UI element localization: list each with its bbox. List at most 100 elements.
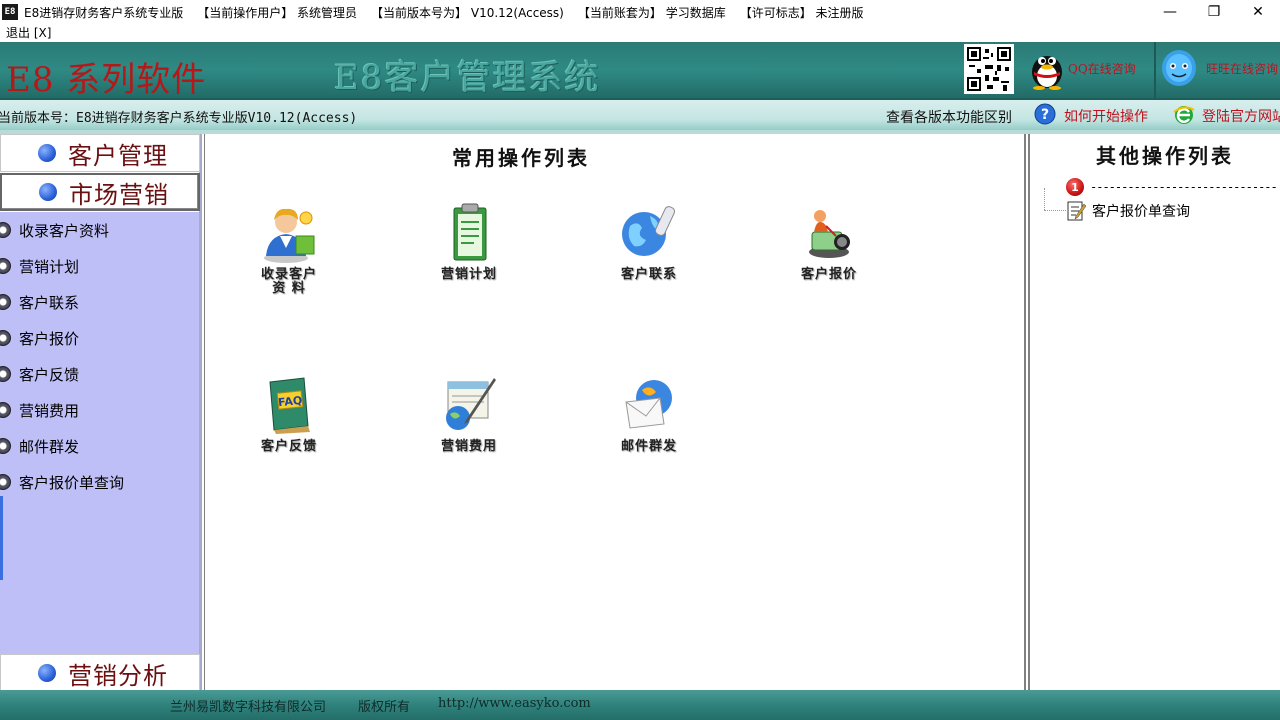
sidebar-item-label: 收录客户资料 <box>19 221 110 240</box>
current-user-label: 【当前操作用户】 系统管理员 <box>197 5 358 20</box>
system-title: E8客户管理系统 <box>334 58 601 98</box>
official-site-link[interactable]: 登陆官方网站 <box>1202 106 1280 126</box>
license-label: 【许可标志】 未注册版 <box>739 5 864 20</box>
wangwang-icon[interactable] <box>1160 46 1198 90</box>
footer-bar: 兰州易凯数字科技有限公司 版权所有 http://www.easyko.com <box>0 690 1280 720</box>
sidebar-section-marketing[interactable]: 市场营销 <box>0 173 200 211</box>
blue-dot-icon <box>38 144 56 162</box>
svg-text:?: ? <box>1041 107 1049 123</box>
blue-dot-icon <box>39 183 57 201</box>
exit-menu-item[interactable]: 退出 [X] <box>6 26 51 40</box>
menu-bar: 退出 [X] <box>0 24 1280 42</box>
sidebar-item-customer-feedback[interactable]: 客户反馈 <box>0 356 199 392</box>
help-question-icon[interactable]: ? <box>1034 103 1056 125</box>
title-bar: E8 E8进销存财务客户系统专业版 【当前操作用户】 系统管理员 【当前版本号为… <box>0 0 1280 24</box>
how-to-start-link[interactable]: 如何开始操作 <box>1064 106 1148 126</box>
qr-code-icon <box>964 44 1014 94</box>
op-customer-info[interactable]: 收录客户 资 料 <box>229 202 349 296</box>
app-icon: E8 <box>2 4 18 20</box>
marketing-expense-icon <box>446 378 496 430</box>
sidebar-item-customer-contact[interactable]: 客户联系 <box>0 284 199 320</box>
panel-title: 其他操作列表 <box>1096 144 1234 168</box>
other-operations-panel: 其他操作列表 1 ------------------------------ … <box>1028 134 1280 690</box>
marketing-plan-icon <box>453 203 487 261</box>
sidebar-section-label: 市场营销 <box>69 180 169 209</box>
qq-penguin-icon[interactable] <box>1028 46 1066 90</box>
op-caption: 客户反馈 <box>260 439 317 454</box>
version-bar: 当前版本号：E8进销存财务客户系统专业版V10.12(Access) 查看各版本… <box>0 98 1280 132</box>
sidebar-item-label: 邮件群发 <box>19 437 80 456</box>
tree-item-label: 客户报价单查询 <box>1092 204 1190 220</box>
sidebar-item-marketing-plan[interactable]: 营销计划 <box>0 248 199 284</box>
version-info-text: 当前版本号：E8进销存财务客户系统专业版V10.12(Access) <box>0 111 358 126</box>
sidebar-item-customer-quote[interactable]: 客户报价 <box>0 320 199 356</box>
op-caption: 客户联系 <box>620 267 677 282</box>
document-edit-icon <box>1067 201 1086 221</box>
faq-book-icon: FAQ <box>269 377 310 434</box>
op-marketing-expense[interactable]: 营销费用 <box>409 374 529 454</box>
sidebar-item-customer-info[interactable]: 收录客户资料 <box>0 212 199 248</box>
sidebar-item-label: 客户报价 <box>19 329 80 348</box>
customer-quote-icon <box>809 210 850 258</box>
current-version-label: 【当前版本号为】 V10.12(Access) <box>371 5 564 20</box>
op-customer-quote[interactable]: 客户报价 <box>769 202 889 282</box>
sidebar-section-label: 客户管理 <box>68 141 168 170</box>
sidebar-scroll-marker[interactable] <box>0 496 3 580</box>
op-caption: 营销费用 <box>440 439 497 454</box>
radio-bullet-icon <box>0 438 11 454</box>
sidebar-item-label: 营销计划 <box>19 257 80 276</box>
op-caption: 邮件群发 <box>620 439 677 454</box>
op-caption-line2: 资 料 <box>272 281 306 296</box>
radio-bullet-icon <box>0 366 11 382</box>
sidebar-item-label: 客户反馈 <box>19 365 80 384</box>
op-customer-contact[interactable]: 客户联系 <box>589 202 709 282</box>
sidebar-item-label: 营销费用 <box>19 401 80 420</box>
sidebar-item-mass-mail[interactable]: 邮件群发 <box>0 428 199 464</box>
sidebar-item-marketing-expense[interactable]: 营销费用 <box>0 392 199 428</box>
sidebar-item-label: 客户联系 <box>19 293 80 312</box>
radio-bullet-icon <box>0 258 11 274</box>
tree-item-quote-query[interactable]: 客户报价单查询 <box>1066 200 1190 222</box>
copyright-label: 版权所有 <box>358 700 411 715</box>
sidebar-section-customer-management[interactable]: 客户管理 <box>0 134 200 172</box>
radio-bullet-icon <box>0 222 11 238</box>
number-one-icon: 1 <box>1066 178 1084 196</box>
radio-bullet-icon <box>0 330 11 346</box>
wangwang-consult-link[interactable]: 旺旺在线咨询 <box>1206 60 1278 77</box>
brand-logo-text: E8 系列软件 <box>6 60 207 98</box>
common-operations-panel: 常用操作列表 收录客户 资 料 营销计划 客户联系 客户报价 FAQ 客户反馈 … <box>204 134 1026 690</box>
close-button[interactable]: ✕ <box>1238 0 1278 24</box>
sidebar-item-list: 收录客户资料 营销计划 客户联系 客户报价 客户反馈 营销费用 邮件群发 客户报… <box>0 212 199 654</box>
customer-contact-icon <box>622 206 676 256</box>
panel-title: 常用操作列表 <box>452 146 590 170</box>
browser-e-icon[interactable] <box>1172 102 1196 126</box>
op-marketing-plan[interactable]: 营销计划 <box>409 202 529 282</box>
minimize-button[interactable]: — <box>1150 0 1190 24</box>
company-name: 兰州易凯数字科技有限公司 <box>170 700 327 715</box>
radio-bullet-icon <box>0 402 11 418</box>
tree-root-label: ------------------------------ <box>1090 180 1278 194</box>
tree-root-node[interactable]: 1 ------------------------------ <box>1066 178 1278 196</box>
current-account-label: 【当前账套为】 学习数据库 <box>577 5 726 20</box>
restore-button[interactable]: ❐ <box>1194 0 1234 24</box>
website-url[interactable]: http://www.easyko.com <box>438 696 591 711</box>
blue-dot-icon <box>38 664 56 682</box>
op-caption: 客户报价 <box>800 267 857 282</box>
mail-icon <box>625 380 672 429</box>
sidebar-item-quote-query[interactable]: 客户报价单查询 <box>0 464 199 500</box>
op-mass-mail[interactable]: 邮件群发 <box>589 374 709 454</box>
tree-connector <box>1044 188 1045 210</box>
sidebar-item-label: 客户报价单查询 <box>19 473 125 492</box>
op-caption: 营销计划 <box>440 267 497 282</box>
left-sidebar: 客户管理 市场营销 收录客户资料 营销计划 客户联系 客户报价 客户反馈 营销费… <box>0 134 202 692</box>
customer-info-icon <box>264 208 315 263</box>
sidebar-section-label: 营销分析 <box>68 661 168 690</box>
op-customer-feedback[interactable]: FAQ 客户反馈 <box>229 374 349 454</box>
window-title: E8进销存财务客户系统专业版 <box>24 5 184 20</box>
header-banner: E8 系列软件 E8客户管理系统 QQ在线咨询 旺旺在线咨询 <box>0 42 1280 98</box>
qq-consult-link[interactable]: QQ在线咨询 <box>1068 60 1136 77</box>
radio-bullet-icon <box>0 294 11 310</box>
compare-versions-link[interactable]: 查看各版本功能区别 <box>886 107 1012 127</box>
op-caption: 收录客户 <box>260 267 317 282</box>
sidebar-section-marketing-analysis[interactable]: 营销分析 <box>0 654 200 692</box>
